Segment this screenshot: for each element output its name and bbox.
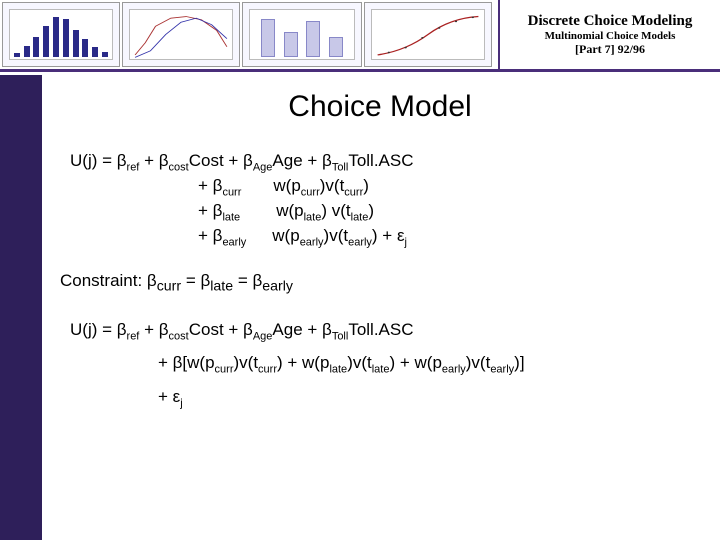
slide-content: Choice Model U(j) = βref + βcostCost + β…	[60, 90, 700, 530]
constraint-line: Constraint: βcurr = βlate = βearly	[60, 271, 700, 294]
header-chart-1	[2, 2, 120, 67]
header-chart-4	[364, 2, 492, 67]
header-charts	[0, 0, 498, 69]
equation-2: U(j) = βref + βcostCost + βAgeAge + βTol…	[70, 314, 700, 414]
eq1-text: U(j) = β	[70, 151, 127, 170]
header-chart-2	[122, 2, 240, 67]
header-bar: Discrete Choice Modeling Multinomial Cho…	[0, 0, 720, 72]
header-page: [Part 7] 92/96	[575, 42, 645, 57]
equation-1: U(j) = βref + βcostCost + βAgeAge + βTol…	[70, 150, 700, 251]
left-sidebar	[0, 75, 42, 540]
slide-title: Choice Model	[60, 90, 700, 124]
header-text-block: Discrete Choice Modeling Multinomial Cho…	[498, 0, 720, 69]
header-chart-3	[242, 2, 362, 67]
header-subtitle: Multinomial Choice Models	[545, 30, 676, 42]
header-title: Discrete Choice Modeling	[528, 13, 693, 30]
